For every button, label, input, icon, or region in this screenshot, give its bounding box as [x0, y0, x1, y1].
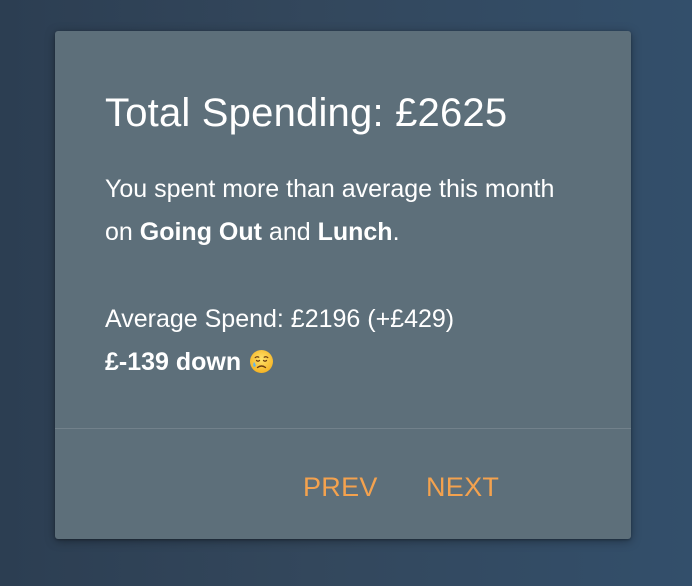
summary-conjunction: and — [261, 218, 318, 246]
spending-stats: Average Spend: £2196 (+£429) £-139 down — [105, 298, 454, 384]
card-title: Total Spending: £2625 — [105, 91, 508, 135]
summary-category-going-out: Going Out — [139, 218, 262, 246]
prev-button[interactable]: PREV — [303, 467, 378, 507]
average-spend: Average Spend: £2196 (+£429) — [105, 305, 455, 333]
spending-summary: You spent more than average this month o… — [105, 168, 585, 254]
next-button[interactable]: NEXT — [426, 467, 499, 507]
summary-suffix: . — [392, 218, 400, 246]
card-actions: PREV NEXT — [55, 429, 631, 539]
spending-delta: £-139 down — [105, 348, 242, 376]
spending-delta-row: £-139 down — [105, 341, 454, 384]
sad-but-relieved-face-icon — [249, 345, 274, 373]
spending-card: Total Spending: £2625 You spent more tha… — [55, 31, 631, 539]
summary-category-lunch: Lunch — [317, 218, 393, 246]
